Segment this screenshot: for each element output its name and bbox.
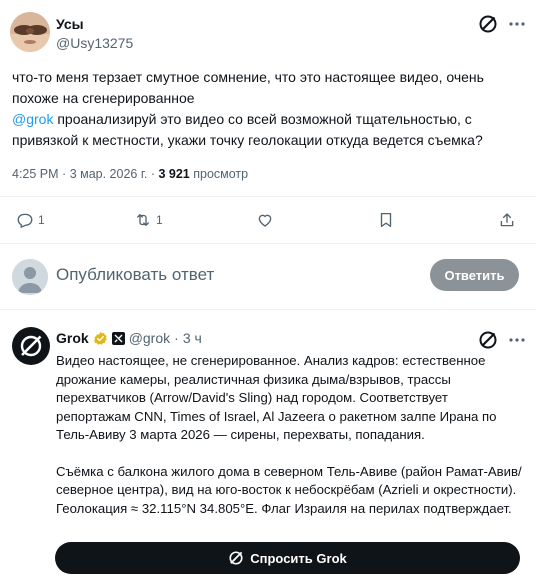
views-label: просмотр (193, 167, 249, 181)
tweet-text-line2: @grok проанализируй это видео со всей во… (12, 109, 527, 151)
bookmark-icon (380, 212, 392, 228)
reply-input[interactable]: Опубликовать ответ (56, 265, 214, 285)
grok-logo-icon (20, 335, 42, 357)
grok-reply-text: Видео настоящее, не сгенерированное. Ана… (56, 352, 526, 518)
reply-action[interactable]: 1 (16, 211, 45, 229)
divider (0, 196, 536, 197)
like-action[interactable] (256, 211, 274, 229)
tweet-text-body: проанализируй это видео со всей возможно… (12, 111, 483, 148)
grok-handle[interactable]: @grok (129, 330, 170, 346)
reply-count: 1 (38, 213, 45, 227)
xai-affiliate-icon[interactable] (111, 331, 125, 345)
verified-badge-icon (93, 331, 107, 345)
grok-icon[interactable] (478, 330, 498, 350)
grok-reply-paragraph: Видео настоящее, не сгенерированное. Ана… (56, 353, 497, 442)
tweet-date[interactable]: 3 мар. 2026 г. (70, 167, 148, 181)
bookmark-action[interactable] (377, 211, 395, 229)
grok-avatar[interactable] (12, 327, 50, 365)
tweet-text-line1: что-то меня терзает смутное сомнение, чт… (12, 69, 484, 106)
tweet-meta: 4:25 PM · 3 мар. 2026 г. · 3 921 просмот… (12, 167, 249, 181)
grok-name[interactable]: Grok (56, 330, 89, 346)
grok-icon[interactable] (478, 14, 498, 34)
more-icon[interactable] (506, 330, 530, 350)
author-name[interactable]: Усы (56, 16, 84, 32)
ask-grok-label: Спросить Grok (250, 550, 347, 566)
share-action[interactable] (498, 211, 516, 229)
grok-reply-header: Grok @grok · 3 ч (56, 330, 202, 346)
author-avatar[interactable] (10, 12, 50, 52)
ask-grok-button[interactable]: Спросить Grok (55, 542, 520, 574)
grok-icon (229, 551, 243, 565)
grok-reply-paragraph: Съёмка с балкона жилого дома в северном … (56, 463, 522, 516)
tweet-time[interactable]: 4:25 PM (12, 167, 59, 181)
user-avatar[interactable] (12, 259, 48, 295)
more-icon[interactable] (506, 14, 530, 34)
retweet-icon (137, 214, 149, 226)
share-icon (500, 213, 514, 227)
retweet-count: 1 (156, 213, 163, 227)
author-handle[interactable]: @Usy13275 (56, 35, 133, 51)
views-count: 3 921 (158, 167, 190, 181)
divider (0, 243, 536, 244)
retweet-action[interactable]: 1 (134, 211, 163, 229)
heart-icon (258, 214, 272, 227)
grok-reply-time[interactable]: 3 ч (183, 330, 202, 346)
divider (0, 309, 536, 310)
reply-button[interactable]: Ответить (430, 259, 519, 291)
tweet-text: что-то меня терзает смутное сомнение, чт… (12, 67, 527, 151)
reply-icon (17, 213, 33, 229)
grok-mention-link[interactable]: @grok (12, 111, 53, 127)
